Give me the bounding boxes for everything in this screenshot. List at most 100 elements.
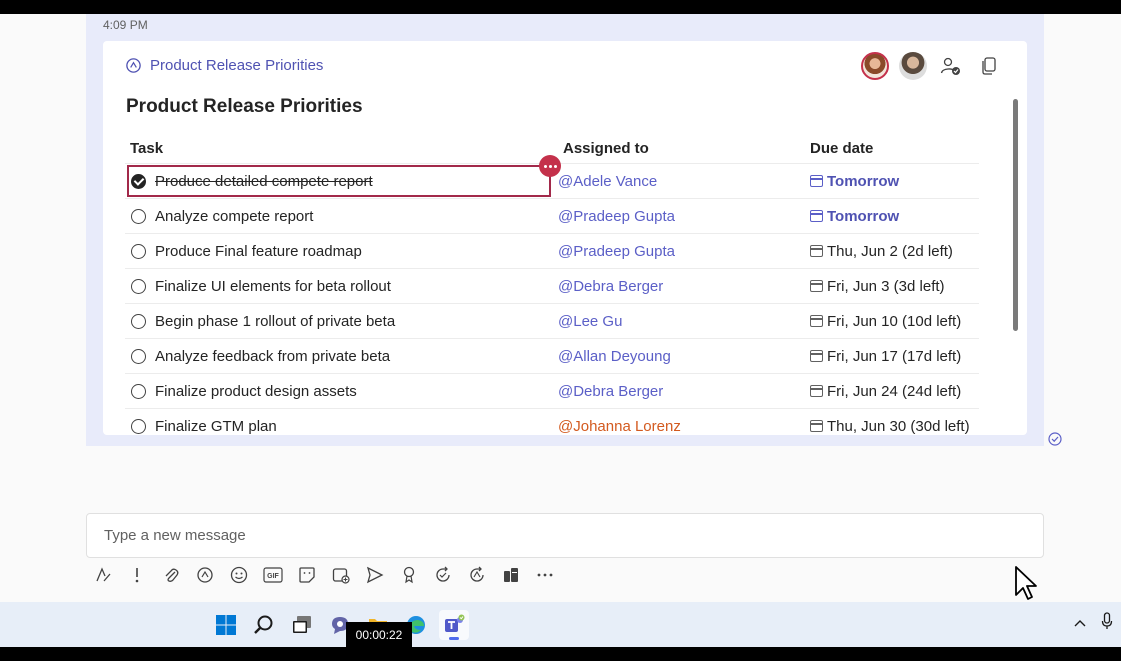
praise-icon[interactable] bbox=[398, 564, 420, 586]
loop-update-icon[interactable] bbox=[466, 564, 488, 586]
task-cell[interactable]: Begin phase 1 rollout of private beta bbox=[125, 313, 555, 330]
due-text[interactable]: Tomorrow bbox=[827, 208, 899, 225]
assignee-cell[interactable]: @Allan Deyoung bbox=[555, 348, 810, 365]
circle-checkbox-icon[interactable] bbox=[131, 383, 146, 399]
attach-icon[interactable] bbox=[160, 564, 182, 586]
message-input[interactable] bbox=[87, 514, 1043, 557]
task-text[interactable]: Finalize UI elements for beta rollout bbox=[155, 278, 391, 295]
copy-icon[interactable] bbox=[975, 52, 1003, 80]
task-text[interactable]: Finalize product design assets bbox=[155, 383, 357, 400]
assignee-mention[interactable]: @Debra Berger bbox=[558, 383, 663, 400]
due-cell[interactable]: Fri, Jun 17 (17d left) bbox=[810, 348, 979, 365]
task-cell[interactable]: Analyze feedback from private beta bbox=[125, 348, 555, 365]
assignee-cell[interactable]: @Debra Berger bbox=[555, 383, 810, 400]
calendar-icon bbox=[810, 420, 823, 432]
task-text[interactable]: Analyze feedback from private beta bbox=[155, 348, 390, 365]
circle-checkbox-icon[interactable] bbox=[131, 208, 146, 224]
assignee-cell[interactable]: @Debra Berger bbox=[555, 278, 810, 295]
column-header-assigned[interactable]: Assigned to bbox=[555, 140, 810, 157]
assignee-mention[interactable]: @Adele Vance bbox=[558, 173, 657, 190]
assignee-cell[interactable]: @Johanna Lorenz bbox=[555, 418, 810, 435]
card-header-actions bbox=[861, 52, 1003, 80]
assignee-mention[interactable]: @Pradeep Gupta bbox=[558, 208, 675, 225]
task-view-icon[interactable] bbox=[287, 610, 317, 640]
system-tray bbox=[1073, 612, 1113, 635]
task-cell[interactable]: Produce detailed compete report bbox=[125, 173, 555, 190]
task-text[interactable]: Analyze compete report bbox=[155, 208, 313, 225]
circle-checkbox-icon[interactable] bbox=[131, 348, 146, 364]
chevron-up-icon[interactable] bbox=[1073, 615, 1087, 633]
due-cell[interactable]: Thu, Jun 30 (30d left) bbox=[810, 418, 979, 435]
send-icon[interactable] bbox=[364, 564, 386, 586]
share-people-icon[interactable] bbox=[937, 52, 965, 80]
screen-bottom-bar bbox=[0, 647, 1121, 661]
card-scrollbar[interactable] bbox=[1013, 99, 1018, 331]
task-text[interactable]: Produce detailed compete report bbox=[155, 173, 373, 190]
due-cell[interactable]: Fri, Jun 24 (24d left) bbox=[810, 383, 979, 400]
circle-checkbox-icon[interactable] bbox=[131, 243, 146, 259]
task-cell[interactable]: Produce Final feature roadmap bbox=[125, 243, 555, 260]
circle-checkbox-icon[interactable] bbox=[131, 313, 146, 329]
due-text[interactable]: Tomorrow bbox=[827, 173, 899, 190]
important-icon[interactable] bbox=[126, 564, 148, 586]
search-icon[interactable] bbox=[249, 610, 279, 640]
due-cell[interactable]: Thu, Jun 2 (2d left) bbox=[810, 243, 979, 260]
task-cell[interactable]: Finalize product design assets bbox=[125, 383, 555, 400]
table-row: Begin phase 1 rollout of private beta @L… bbox=[125, 304, 979, 339]
task-cell[interactable]: Analyze compete report bbox=[125, 208, 555, 225]
due-text[interactable]: Thu, Jun 30 (30d left) bbox=[827, 418, 970, 435]
format-icon[interactable] bbox=[92, 564, 114, 586]
message-composer[interactable] bbox=[86, 513, 1044, 558]
task-cell[interactable]: Finalize GTM plan bbox=[125, 418, 555, 435]
task-cell[interactable]: Finalize UI elements for beta rollout bbox=[125, 278, 555, 295]
column-header-due[interactable]: Due date bbox=[810, 140, 979, 157]
task-text[interactable]: Begin phase 1 rollout of private beta bbox=[155, 313, 395, 330]
microphone-icon[interactable] bbox=[1101, 612, 1113, 635]
task-text[interactable]: Produce Final feature roadmap bbox=[155, 243, 362, 260]
due-cell[interactable]: Tomorrow bbox=[810, 173, 979, 190]
assignee-cell[interactable]: @Pradeep Gupta bbox=[555, 208, 810, 225]
assignee-mention[interactable]: @Johanna Lorenz bbox=[558, 418, 681, 435]
assignee-cell[interactable]: @Lee Gu bbox=[555, 313, 810, 330]
assignee-cell[interactable]: @Pradeep Gupta bbox=[555, 243, 810, 260]
assignee-mention[interactable]: @Allan Deyoung bbox=[558, 348, 671, 365]
gif-icon[interactable]: GIF bbox=[262, 564, 284, 586]
due-cell[interactable]: Fri, Jun 10 (10d left) bbox=[810, 313, 979, 330]
due-cell[interactable]: Fri, Jun 3 (3d left) bbox=[810, 278, 979, 295]
table-row: Finalize UI elements for beta rollout @D… bbox=[125, 269, 979, 304]
card-header[interactable]: Product Release Priorities bbox=[125, 57, 323, 74]
more-options-icon[interactable] bbox=[539, 155, 561, 177]
more-icon[interactable] bbox=[534, 564, 556, 586]
table-row: Finalize GTM plan @Johanna Lorenz Thu, J… bbox=[125, 409, 979, 435]
assignee-mention[interactable]: @Lee Gu bbox=[558, 313, 622, 330]
column-header-task[interactable]: Task bbox=[125, 140, 555, 157]
meet-icon[interactable] bbox=[330, 564, 352, 586]
assignee-cell[interactable]: @Adele Vance bbox=[555, 173, 810, 190]
assignee-mention[interactable]: @Pradeep Gupta bbox=[558, 243, 675, 260]
update-icon[interactable] bbox=[432, 564, 454, 586]
due-text[interactable]: Fri, Jun 24 (24d left) bbox=[827, 383, 961, 400]
task-text[interactable]: Finalize GTM plan bbox=[155, 418, 277, 435]
windows-start-icon[interactable] bbox=[211, 610, 241, 640]
assignee-mention[interactable]: @Debra Berger bbox=[558, 278, 663, 295]
seen-check-icon bbox=[1048, 432, 1062, 451]
sticker-icon[interactable] bbox=[296, 564, 318, 586]
loop-icon[interactable] bbox=[194, 564, 216, 586]
due-text[interactable]: Thu, Jun 2 (2d left) bbox=[827, 243, 953, 260]
due-text[interactable]: Fri, Jun 17 (17d left) bbox=[827, 348, 961, 365]
circle-checkbox-icon[interactable] bbox=[131, 418, 146, 434]
circle-checkbox-icon[interactable] bbox=[131, 278, 146, 294]
avatar[interactable] bbox=[861, 52, 889, 80]
due-text[interactable]: Fri, Jun 10 (10d left) bbox=[827, 313, 961, 330]
avatar[interactable] bbox=[899, 52, 927, 80]
due-text[interactable]: Fri, Jun 3 (3d left) bbox=[827, 278, 945, 295]
apps-icon[interactable] bbox=[500, 564, 522, 586]
card-header-title[interactable]: Product Release Priorities bbox=[150, 57, 323, 74]
emoji-icon[interactable] bbox=[228, 564, 250, 586]
calendar-icon bbox=[810, 245, 823, 257]
teams-app-icon[interactable] bbox=[439, 610, 469, 640]
calendar-icon bbox=[810, 280, 823, 292]
checked-circle-icon[interactable] bbox=[131, 173, 146, 189]
due-cell[interactable]: Tomorrow bbox=[810, 208, 979, 225]
calendar-icon bbox=[810, 385, 823, 397]
